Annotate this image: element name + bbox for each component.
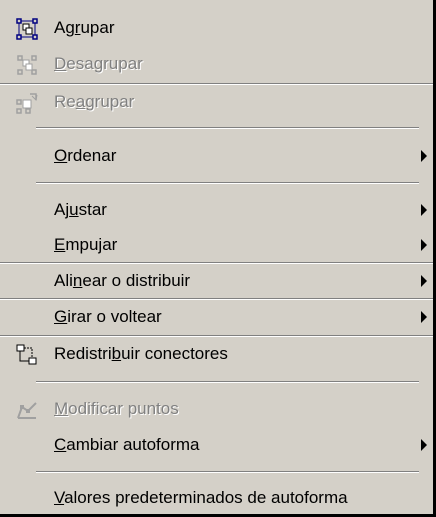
- menu-item-cambiar-autoforma[interactable]: Cambiar autoforma: [0, 427, 433, 463]
- submenu-arrow-icon: [421, 239, 427, 251]
- menu-item-modificar-puntos: Modificar puntos: [0, 391, 433, 427]
- menu-item-label: Modificar puntos: [54, 399, 179, 418]
- submenu-arrow-icon: [421, 311, 427, 323]
- menu-item-label: Alinear o distribuir: [54, 271, 191, 290]
- menu-item-label: Valores predeterminados de autoforma: [54, 488, 348, 507]
- menu-item-label: Girar o voltear: [54, 307, 162, 326]
- menu-item-ajustar[interactable]: Ajustar: [0, 192, 433, 228]
- regroup-icon: [16, 92, 38, 114]
- menu-item-label: Ordenar: [54, 146, 117, 165]
- submenu-arrow-icon: [421, 150, 427, 162]
- menu-item-redistribuir[interactable]: Redistribuir conectores: [0, 336, 433, 372]
- group-icon: [16, 18, 38, 40]
- menu-item-label: Empujar: [54, 235, 118, 254]
- menu-item-agrupar[interactable]: Agrupar: [0, 10, 433, 46]
- menu-item-label: Redistribuir conectores: [54, 344, 228, 363]
- submenu-arrow-icon: [421, 439, 427, 451]
- menu-item-label: Cambiar autoforma: [54, 435, 200, 454]
- ungroup-icon: [16, 54, 38, 76]
- menu-item-label: Desagrupar: [54, 54, 143, 73]
- menu-item-label: Agrupar: [54, 18, 115, 37]
- menu-item-valores-predeterminados[interactable]: Valores predeterminados de autoforma: [0, 480, 433, 516]
- menu-separator: [36, 182, 419, 184]
- menu-item-ordenar[interactable]: Ordenar: [0, 138, 433, 174]
- menu-item-desagrupar: Desagrupar: [0, 46, 433, 82]
- submenu-arrow-icon: [421, 275, 427, 287]
- menu-item-reagrupar: Reagrupar: [0, 84, 433, 120]
- menu-item-alinear[interactable]: Alinear o distribuir: [0, 263, 433, 299]
- reroute-connectors-icon: [16, 344, 38, 366]
- menu-separator: [36, 381, 419, 383]
- menu-separator: [36, 127, 419, 129]
- menu-item-label: Reagrupar: [54, 92, 135, 111]
- menu-item-girar[interactable]: Girar o voltear: [0, 299, 433, 335]
- menu-separator: [36, 471, 419, 473]
- menu-item-label: Ajustar: [54, 200, 107, 219]
- context-menu: Agrupar Desagrupar Reagrupar Ordenar Aju…: [0, 0, 436, 517]
- submenu-arrow-icon: [421, 204, 427, 216]
- menu-item-empujar[interactable]: Empujar: [0, 227, 433, 263]
- edit-points-icon: [16, 399, 38, 421]
